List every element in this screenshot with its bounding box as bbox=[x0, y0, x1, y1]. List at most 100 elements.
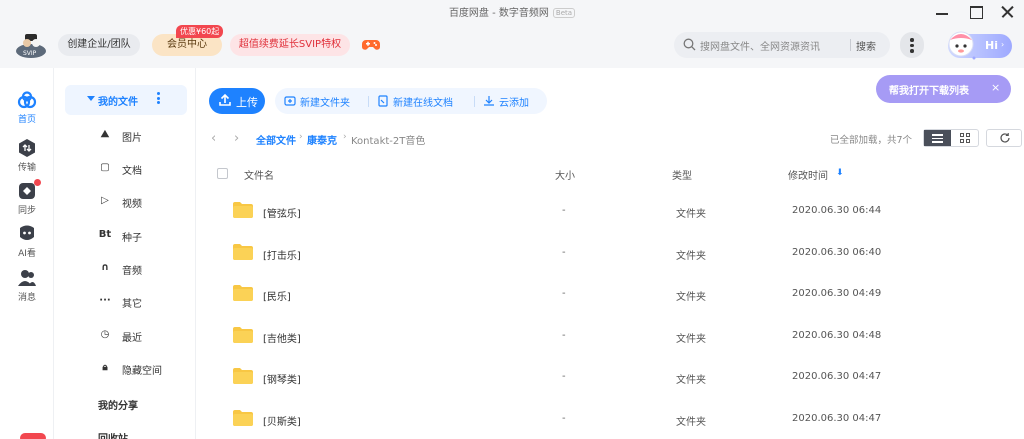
gamepad-icon[interactable] bbox=[362, 37, 380, 51]
table-header: 文件名 大小 类型 修改时间 ⬇ bbox=[196, 160, 1024, 184]
cloud-add-button[interactable]: 云添加 bbox=[499, 94, 529, 109]
file-size: - bbox=[562, 371, 566, 383]
file-size: - bbox=[562, 288, 566, 300]
title-bar: 百度网盘 - 数字音频网 Beta bbox=[0, 0, 1024, 22]
rail-item-transfer[interactable]: 传输 bbox=[0, 136, 54, 176]
refresh-button[interactable] bbox=[986, 129, 1022, 147]
sidebar-item-recycle-bin[interactable]: 回收站 bbox=[98, 430, 128, 439]
action-bar: 新建文件夹 新建在线文档 云添加 bbox=[275, 88, 547, 114]
sidebar-item-video[interactable]: ▷ 视频 bbox=[54, 190, 196, 214]
file-modified: 2020.06.30 04:49 bbox=[792, 288, 882, 300]
column-name[interactable]: 文件名 bbox=[244, 167, 274, 182]
file-modified: 2020.06.30 06:40 bbox=[792, 246, 882, 258]
file-type: 文件夹 bbox=[676, 209, 706, 220]
new-folder-button[interactable]: 新建文件夹 bbox=[300, 94, 350, 109]
select-all-checkbox[interactable] bbox=[217, 168, 228, 179]
breadcrumb-kangtaike[interactable]: 康泰克 bbox=[307, 132, 337, 147]
file-modified: 2020.06.30 04:47 bbox=[792, 413, 882, 424]
create-enterprise-button[interactable]: 创建企业/团队 bbox=[58, 34, 140, 56]
sidebar-item-hidden-space[interactable]: 🔒︎ 隐藏空间 bbox=[54, 357, 196, 381]
rail-item-home[interactable]: 首页 bbox=[0, 88, 54, 128]
close-icon[interactable]: × bbox=[991, 81, 1000, 94]
file-name[interactable]: [贝斯类] bbox=[263, 413, 301, 428]
sidebar-item-label: 视频 bbox=[122, 199, 142, 210]
file-size: - bbox=[562, 205, 566, 216]
rail-item-ai[interactable]: AI看 bbox=[0, 222, 54, 262]
other-icon: ··· bbox=[99, 295, 111, 306]
toolbar-divider bbox=[368, 96, 369, 107]
sidebar-item-label: 隐藏空间 bbox=[122, 366, 162, 377]
forward-button[interactable]: › bbox=[234, 131, 239, 146]
sync-notification-badge bbox=[34, 179, 41, 186]
file-name[interactable]: [吉他类] bbox=[263, 330, 301, 345]
search-icon bbox=[683, 38, 696, 51]
close-window-button[interactable] bbox=[996, 2, 1020, 20]
video-icon: ▷ bbox=[101, 195, 109, 206]
breadcrumb-current: Kontakt-2T音色 bbox=[351, 136, 426, 147]
lock-icon: 🔒︎ bbox=[102, 362, 108, 373]
maximize-button[interactable] bbox=[964, 2, 988, 20]
sidebar-item-torrent[interactable]: Bt 种子 bbox=[54, 224, 196, 248]
column-type[interactable]: 类型 bbox=[672, 167, 692, 182]
table-row[interactable]: [钢琴类] - 文件夹 2020.06.30 04:47 bbox=[196, 355, 1024, 397]
table-row[interactable]: [民乐] - 文件夹 2020.06.30 04:49 bbox=[196, 272, 1024, 314]
svip-renew-button[interactable]: 超值续费延长SVIP特权 bbox=[230, 34, 350, 56]
sidebar-item-recent[interactable]: ◷ 最近 bbox=[54, 324, 196, 348]
file-name[interactable]: [钢琴类] bbox=[263, 371, 301, 386]
sidebar-item-my-files[interactable]: 我的文件 bbox=[65, 85, 187, 115]
loaded-status: 已全部加载，共7个 bbox=[830, 135, 913, 146]
more-vertical-icon[interactable] bbox=[157, 92, 161, 106]
column-modified[interactable]: 修改时间 bbox=[788, 167, 828, 182]
file-type: 文件夹 bbox=[676, 375, 706, 387]
file-type: 文件夹 bbox=[676, 250, 706, 262]
table-row[interactable]: [贝斯类] - 文件夹 2020.06.30 04:47 bbox=[196, 397, 1024, 439]
breadcrumb-separator: › bbox=[299, 132, 303, 142]
svg-text:SVIP: SVIP bbox=[23, 50, 37, 57]
table-row[interactable]: [打击乐] - 文件夹 2020.06.30 06:40 bbox=[196, 231, 1024, 273]
folder-icon bbox=[233, 202, 253, 218]
file-name[interactable]: [管弦乐] bbox=[263, 205, 301, 220]
table-row[interactable]: [吉他类] - 文件夹 2020.06.30 04:48 bbox=[196, 314, 1024, 356]
rail-bottom-badge bbox=[20, 433, 46, 439]
column-size[interactable]: 大小 bbox=[555, 167, 575, 182]
new-online-doc-button[interactable]: 新建在线文档 bbox=[393, 94, 453, 109]
breadcrumb-all-files[interactable]: 全部文件 bbox=[256, 132, 296, 147]
more-menu-button[interactable] bbox=[900, 32, 924, 58]
back-button[interactable]: ‹ bbox=[211, 131, 216, 146]
minimize-button[interactable] bbox=[930, 2, 954, 20]
list-view-button[interactable] bbox=[924, 130, 951, 146]
sidebar-item-audio[interactable]: ∩ 音频 bbox=[54, 257, 196, 281]
sidebar-item-other[interactable]: ··· 其它 bbox=[54, 290, 196, 314]
sidebar-item-label: 最近 bbox=[122, 333, 142, 344]
torrent-icon: Bt bbox=[98, 229, 112, 240]
rail-label-home: 首页 bbox=[17, 115, 36, 125]
mascot-avatar-icon[interactable] bbox=[944, 26, 980, 62]
search-input[interactable]: 搜网盘文件、全网资源资讯 bbox=[700, 38, 820, 53]
grid-view-button[interactable] bbox=[952, 130, 979, 146]
download-list-tip[interactable]: 帮我打开下载列表 × bbox=[876, 75, 1011, 103]
rail-label-message: 消息 bbox=[17, 293, 36, 303]
rail-item-sync[interactable]: 同步 bbox=[0, 179, 54, 219]
audio-icon: ∩ bbox=[100, 262, 110, 273]
window-title: 百度网盘 - 数字音频网 Beta bbox=[0, 4, 1024, 19]
file-name[interactable]: [民乐] bbox=[263, 288, 291, 303]
search-button[interactable]: 搜索 bbox=[856, 38, 876, 53]
document-icon: ▢ bbox=[100, 162, 110, 173]
sort-desc-icon[interactable]: ⬇ bbox=[836, 168, 844, 178]
breadcrumb-separator: › bbox=[343, 132, 347, 142]
new-folder-icon bbox=[284, 96, 296, 106]
sidebar-item-documents[interactable]: ▢ 文档 bbox=[54, 157, 196, 181]
sidebar-item-label: 种子 bbox=[122, 233, 142, 244]
sidebar-item-images[interactable]: ⛰ 图片 bbox=[54, 124, 196, 148]
file-name[interactable]: [打击乐] bbox=[263, 247, 301, 262]
sidebar-item-label: 图片 bbox=[122, 133, 142, 144]
upload-button[interactable]: 上传 bbox=[209, 88, 265, 114]
file-size: - bbox=[562, 413, 566, 424]
table-row[interactable]: [管弦乐] - 文件夹 2020.06.30 06:44 bbox=[196, 189, 1024, 231]
sidebar-item-my-share[interactable]: 我的分享 bbox=[98, 397, 138, 412]
user-avatar-icon[interactable]: SVIP bbox=[14, 31, 48, 59]
file-size: - bbox=[562, 246, 566, 258]
folder-icon bbox=[233, 326, 253, 343]
top-header: SVIP 创建企业/团队 会员中心 优惠¥60起 超值续费延长SVIP特权 搜网… bbox=[0, 22, 1024, 68]
rail-item-message[interactable]: 消息 bbox=[0, 266, 54, 306]
